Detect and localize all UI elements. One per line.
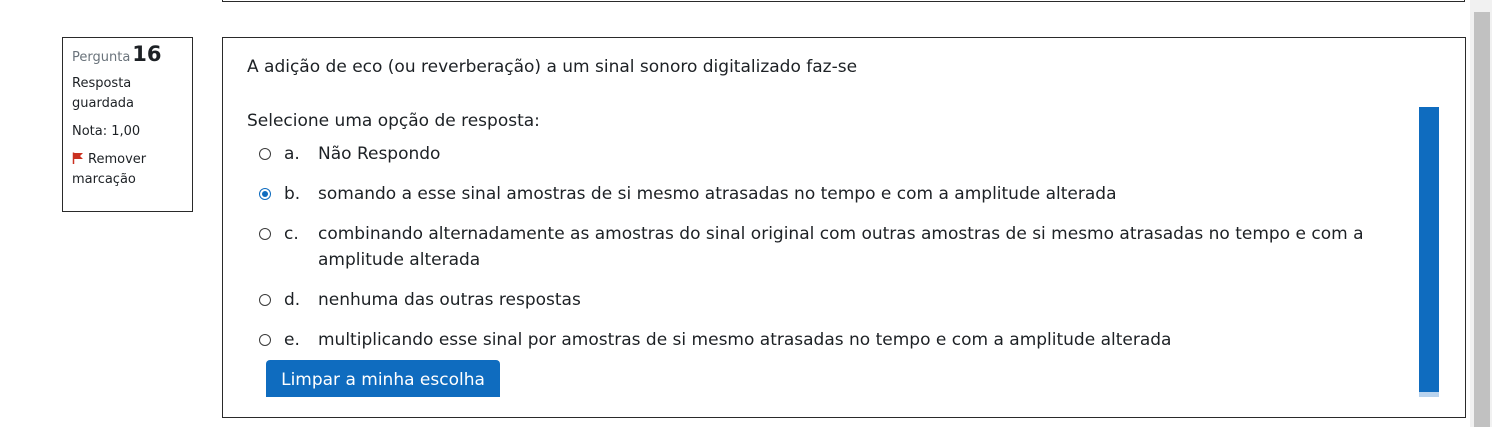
answer-prompt: Selecione uma opção de resposta: [247,111,540,131]
answer-text[interactable]: multiplicando esse sinal por amostras de… [318,327,1399,353]
clear-choice-button[interactable]: Limpar a minha escolha [266,360,500,397]
answer-option-d[interactable]: d. nenhuma das outras respostas [259,287,1399,313]
remove-flag-link[interactable]: Remover marcação [72,150,183,190]
answer-option-e[interactable]: e. multiplicando esse sinal por amostras… [259,327,1399,353]
page-scrollbar-thumb[interactable] [1474,12,1490,427]
answer-letter: b. [284,184,301,204]
content-scrollbar-thumb[interactable] [1419,107,1439,397]
question-state: Resposta guardada [72,76,135,111]
answer-option-c[interactable]: c. combinando alternadamente as amostras… [259,221,1399,273]
answer-letter: e. [284,330,300,350]
question-text: A adição de eco (ou reverberação) a um s… [247,57,858,77]
answer-letter: c. [284,224,299,244]
question-number: 16 [132,42,162,66]
answer-option-a[interactable]: a. Não Respondo [259,141,1399,167]
answer-list: a. Não Respondo b. somando a esse sinal … [259,141,1399,367]
question-info-panel: Pergunta 16 Resposta guardada Nota: 1,00… [62,37,193,212]
answer-text[interactable]: Não Respondo [318,141,1399,167]
answer-letter: d. [284,290,301,310]
radio-button[interactable] [259,334,271,346]
question-heading: Pergunta 16 [72,44,183,68]
radio-button-selected[interactable] [259,188,271,200]
question-label: Pergunta [72,50,131,65]
radio-button[interactable] [259,294,271,306]
answer-text[interactable]: somando a esse sinal amostras de si mesm… [318,181,1399,207]
answer-letter: a. [284,144,300,164]
content-scrollbar-track-end[interactable] [1419,392,1439,397]
answer-option-b[interactable]: b. somando a esse sinal amostras de si m… [259,181,1399,207]
previous-question-box [222,0,1465,2]
question-content: A adição de eco (ou reverberação) a um s… [222,37,1466,418]
answer-text[interactable]: combinando alternadamente as amostras do… [318,221,1399,273]
answer-text[interactable]: nenhuma das outras respostas [318,287,1399,313]
radio-button[interactable] [259,228,271,240]
radio-button[interactable] [259,148,271,160]
question-grade: Nota: 1,00 [72,124,141,139]
flag-icon [72,151,84,164]
